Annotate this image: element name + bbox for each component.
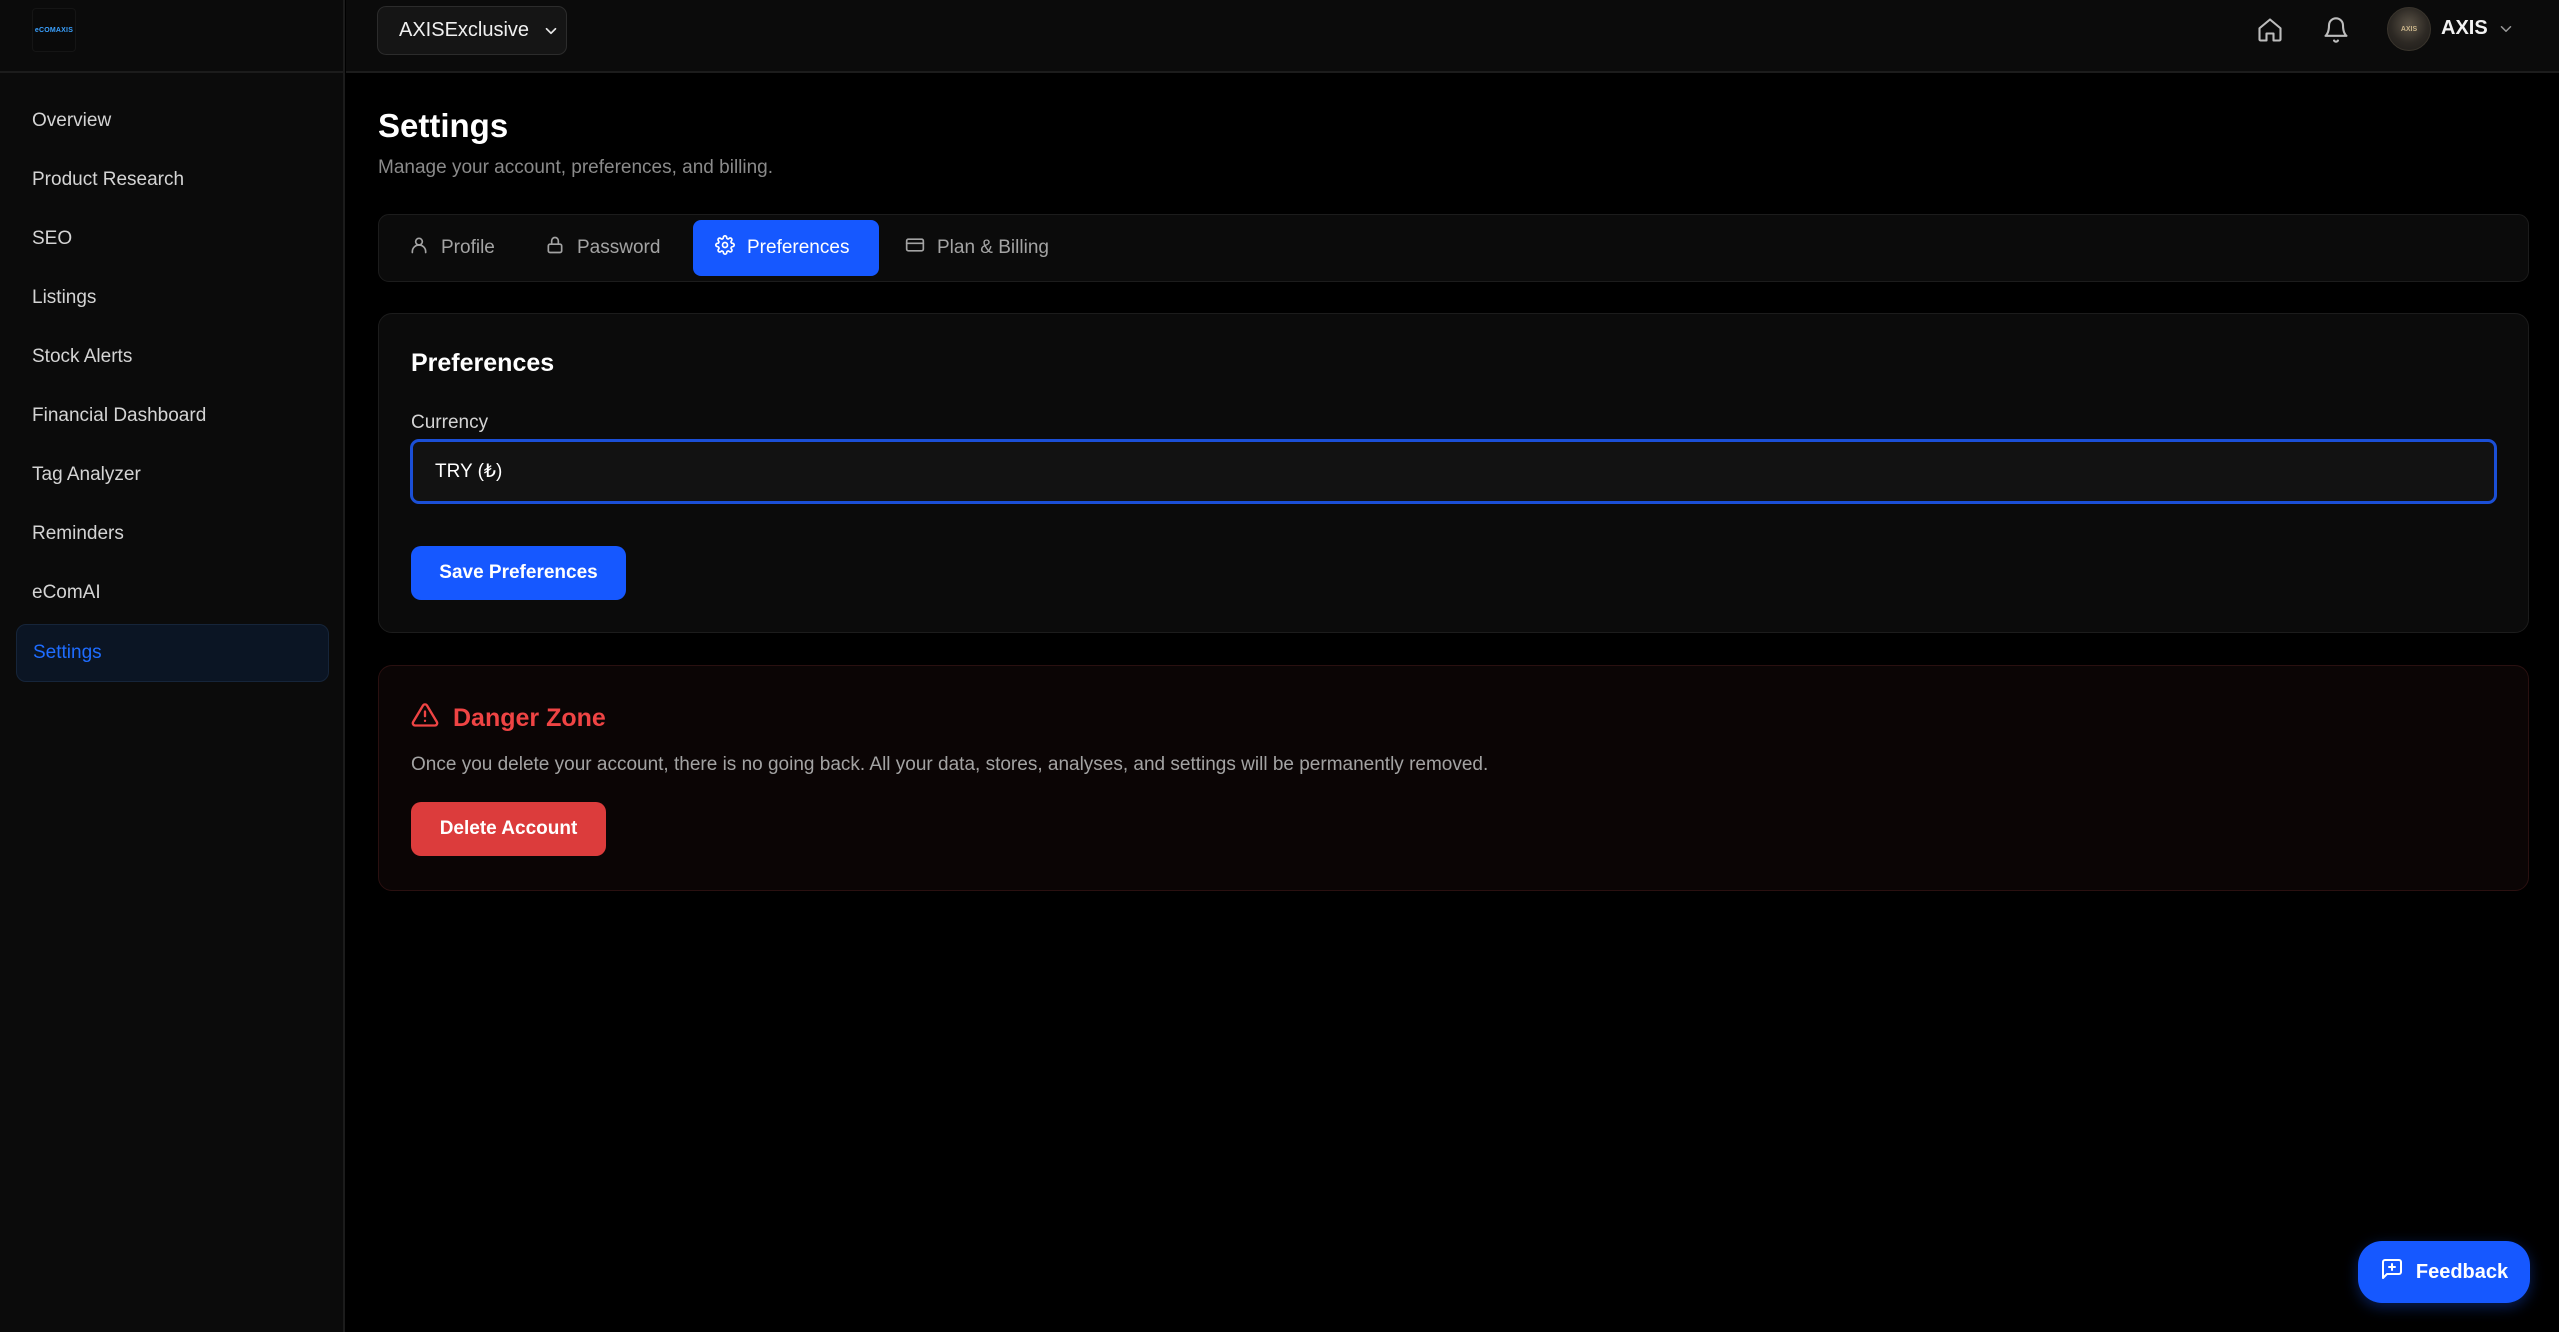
top-header: AXISExclusive: [346, 0, 2559, 73]
sidebar: eCOMAXIS Overview Product Research SEO L…: [0, 0, 345, 1332]
tab-preferences[interactable]: Preferences: [693, 220, 879, 276]
tab-plan-billing-label: Plan & Billing: [937, 237, 1049, 258]
home-icon[interactable]: [2254, 14, 2286, 46]
bell-icon[interactable]: [2320, 14, 2352, 46]
sidebar-item-reminders[interactable]: Reminders: [16, 505, 329, 563]
avatar[interactable]: AXIS: [2387, 7, 2431, 51]
chevron-down-icon: [542, 22, 560, 40]
sidebar-logo-bar: eCOMAXIS: [0, 0, 343, 73]
settings-tabs: Profile Password Preferences Plan & Bill…: [378, 214, 2529, 282]
sidebar-item-stock-alerts[interactable]: Stock Alerts: [16, 328, 329, 386]
tab-profile[interactable]: Profile: [409, 220, 495, 276]
feedback-label: Feedback: [2415, 1260, 2509, 1283]
currency-value: TRY (₺): [435, 461, 503, 482]
sidebar-item-ecomai[interactable]: eComAI: [16, 564, 329, 622]
tab-password-label: Password: [577, 237, 661, 258]
danger-zone-title: Danger Zone: [411, 701, 606, 736]
tab-preferences-label: Preferences: [747, 237, 850, 258]
chevron-down-icon[interactable]: [2497, 20, 2515, 38]
credit-card-icon: [905, 235, 937, 261]
page-title: Settings: [378, 107, 509, 144]
feedback-icon: [2380, 1257, 2416, 1287]
sidebar-item-product-research[interactable]: Product Research: [16, 151, 329, 209]
page-subtitle: Manage your account, preferences, and bi…: [378, 157, 774, 178]
save-preferences-button[interactable]: Save Preferences: [411, 546, 626, 600]
tab-profile-label: Profile: [441, 237, 495, 258]
sidebar-nav: Overview Product Research SEO Listings S…: [16, 92, 329, 683]
feedback-button[interactable]: Feedback: [2358, 1241, 2530, 1303]
danger-zone-title-text: Danger Zone: [453, 704, 606, 732]
lock-icon: [545, 235, 577, 261]
sidebar-item-overview[interactable]: Overview: [16, 92, 329, 150]
sidebar-item-settings[interactable]: Settings: [16, 624, 329, 682]
tab-plan-billing[interactable]: Plan & Billing: [905, 220, 1049, 276]
sidebar-item-financial-dashboard[interactable]: Financial Dashboard: [16, 387, 329, 445]
store-selector-label: AXISExclusive: [399, 19, 530, 41]
preferences-card: Preferences Currency TRY (₺) Save Prefer…: [378, 313, 2529, 633]
danger-zone-description: Once you delete your account, there is n…: [411, 754, 1489, 775]
danger-zone-card: Danger Zone Once you delete your account…: [378, 665, 2529, 891]
store-selector[interactable]: AXISExclusive: [377, 6, 567, 55]
currency-label: Currency: [411, 412, 489, 433]
delete-account-button[interactable]: Delete Account: [411, 802, 606, 856]
user-name[interactable]: AXIS: [2441, 17, 2488, 40]
logo[interactable]: eCOMAXIS: [32, 8, 76, 52]
sidebar-item-tag-analyzer[interactable]: Tag Analyzer: [16, 446, 329, 504]
tab-password[interactable]: Password: [545, 220, 660, 276]
preferences-title: Preferences: [411, 349, 555, 377]
gear-icon: [715, 235, 747, 261]
sidebar-item-seo[interactable]: SEO: [16, 210, 329, 268]
app-root: eCOMAXIS Overview Product Research SEO L…: [0, 0, 2559, 1332]
user-icon: [409, 235, 441, 261]
sidebar-item-listings[interactable]: Listings: [16, 269, 329, 327]
warning-icon: [411, 701, 453, 736]
currency-select[interactable]: TRY (₺): [410, 439, 2497, 504]
